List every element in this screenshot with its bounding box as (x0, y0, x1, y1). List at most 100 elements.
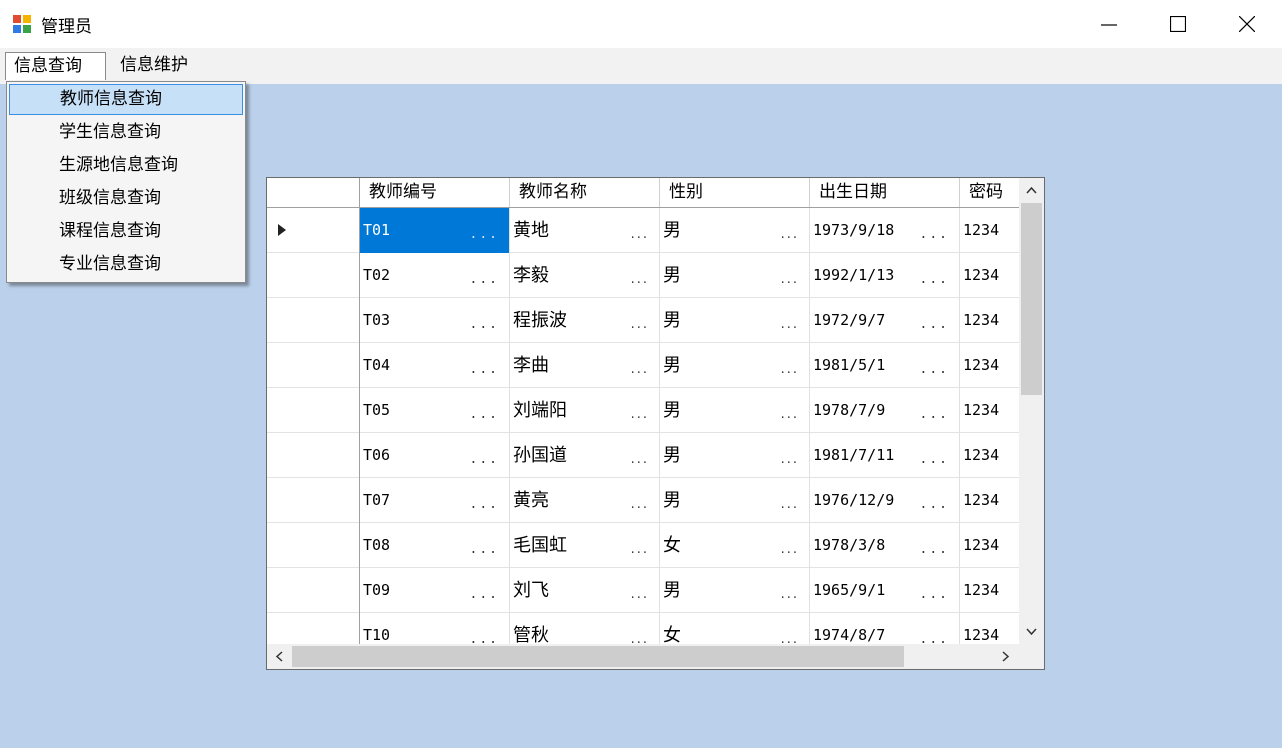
scroll-left-icon[interactable] (275, 651, 283, 662)
table-row[interactable]: T02... 李毅... 男... 1992/1/13... 1234 (267, 253, 1030, 298)
scroll-up-icon[interactable] (1026, 186, 1037, 194)
table-row[interactable]: T09... 刘飞... 男... 1965/9/1... 1234 (267, 568, 1030, 613)
row-header[interactable] (267, 523, 360, 568)
column-header-teacher-id[interactable]: 教师编号 (360, 178, 510, 207)
cell-teacher-name[interactable]: 刘端阳... (510, 388, 660, 433)
table-row[interactable]: T01... 黄地... 男... 1973/9/18... 1234 (267, 208, 1030, 253)
cell-text: 男 (663, 220, 681, 241)
menu-info-maintain[interactable]: 信息维护 (112, 52, 204, 80)
title-bar: 管理员 (0, 0, 1282, 48)
menu-info-query[interactable]: 信息查询 (5, 52, 106, 80)
cell-gender[interactable]: 男... (660, 253, 810, 298)
table-row[interactable]: T06... 孙国道... 男... 1981/7/11... 1234 (267, 433, 1030, 478)
row-header[interactable] (267, 433, 360, 478)
row-header[interactable] (267, 253, 360, 298)
cell-teacher-name[interactable]: 李毅... (510, 253, 660, 298)
dropdown-item-origin-query[interactable]: 生源地信息查询 (9, 150, 243, 181)
cell-birth-date[interactable]: 1992/1/13... (810, 253, 960, 298)
cell-gender[interactable]: 男... (660, 388, 810, 433)
maximize-button[interactable] (1143, 0, 1213, 48)
cell-teacher-id[interactable]: T04... (360, 343, 510, 388)
teacher-data-grid[interactable]: 教师编号 教师名称 性别 出生日期 密码 T01... 黄地... 男... 1973… (266, 177, 1045, 670)
vertical-scroll-thumb[interactable] (1021, 203, 1042, 395)
cell-birth-date[interactable]: 1981/7/11... (810, 433, 960, 478)
cell-teacher-id[interactable]: T06... (360, 433, 510, 478)
scroll-down-icon[interactable] (1026, 628, 1037, 636)
cell-ellipsis: ... (919, 272, 949, 287)
table-row[interactable]: T05... 刘端阳... 男... 1978/7/9... 1234 (267, 388, 1030, 433)
cell-ellipsis: ... (469, 542, 499, 557)
cell-ellipsis: ... (469, 587, 499, 602)
cell-ellipsis: ... (919, 452, 949, 467)
cell-birth-date[interactable]: 1978/3/8... (810, 523, 960, 568)
horizontal-scroll-thumb[interactable] (292, 646, 904, 667)
cell-birth-date[interactable]: 1976/12/9... (810, 478, 960, 523)
column-header-teacher-name[interactable]: 教师名称 (510, 178, 660, 207)
cell-birth-date[interactable]: 1978/7/9... (810, 388, 960, 433)
cell-text: 1973/9/18 (813, 221, 895, 239)
cell-teacher-id[interactable]: T01... (360, 208, 510, 253)
cell-text: 男 (663, 310, 681, 331)
row-header[interactable] (267, 478, 360, 523)
cell-birth-date[interactable]: 1981/5/1... (810, 343, 960, 388)
cell-gender[interactable]: 男... (660, 433, 810, 478)
table-row[interactable]: T04... 李曲... 男... 1981/5/1... 1234 (267, 343, 1030, 388)
cell-teacher-name[interactable]: 刘飞... (510, 568, 660, 613)
window-title: 管理员 (41, 17, 92, 37)
dropdown-item-major-query[interactable]: 专业信息查询 (9, 249, 243, 280)
row-header[interactable] (267, 388, 360, 433)
scroll-right-icon[interactable] (1002, 651, 1010, 662)
dropdown-item-teacher-query[interactable]: 教师信息查询 (9, 84, 243, 115)
cell-teacher-name[interactable]: 黄亮... (510, 478, 660, 523)
cell-teacher-id[interactable]: T02... (360, 253, 510, 298)
cell-gender[interactable]: 男... (660, 568, 810, 613)
cell-text: 1234 (963, 446, 1000, 464)
cell-ellipsis: ... (919, 497, 949, 512)
table-row[interactable]: T08... 毛国虹... 女... 1978/3/8... 1234 (267, 523, 1030, 568)
row-header[interactable] (267, 298, 360, 343)
cell-ellipsis: ... (469, 227, 499, 242)
cell-ellipsis: ... (469, 407, 499, 422)
table-row[interactable]: T07... 黄亮... 男... 1976/12/9... 1234 (267, 478, 1030, 523)
cell-ellipsis: ... (630, 587, 649, 602)
horizontal-scrollbar[interactable] (267, 644, 1019, 669)
table-row[interactable]: T03... 程振波... 男... 1972/9/7... 1234 (267, 298, 1030, 343)
cell-teacher-id[interactable]: T07... (360, 478, 510, 523)
cell-ellipsis: ... (630, 452, 649, 467)
close-button[interactable] (1212, 0, 1282, 48)
cell-text: 黄亮 (513, 490, 549, 511)
row-header[interactable] (267, 568, 360, 613)
column-header-gender[interactable]: 性别 (660, 178, 810, 207)
cell-gender[interactable]: 女... (660, 523, 810, 568)
row-header[interactable] (267, 208, 360, 253)
cell-text: 1965/9/1 (813, 581, 886, 599)
cell-teacher-id[interactable]: T09... (360, 568, 510, 613)
cell-teacher-id[interactable]: T03... (360, 298, 510, 343)
cell-gender[interactable]: 男... (660, 208, 810, 253)
dropdown-item-student-query[interactable]: 学生信息查询 (9, 117, 243, 148)
cell-ellipsis: ... (630, 362, 649, 377)
column-header-birth-date[interactable]: 出生日期 (810, 178, 960, 207)
cell-teacher-name[interactable]: 程振波... (510, 298, 660, 343)
vertical-scrollbar[interactable] (1019, 178, 1044, 644)
dropdown-item-class-query[interactable]: 班级信息查询 (9, 183, 243, 214)
row-header[interactable] (267, 343, 360, 388)
cell-birth-date[interactable]: 1973/9/18... (810, 208, 960, 253)
cell-teacher-id[interactable]: T08... (360, 523, 510, 568)
cell-gender[interactable]: 男... (660, 478, 810, 523)
cell-gender[interactable]: 男... (660, 298, 810, 343)
grid-header: 教师编号 教师名称 性别 出生日期 密码 (267, 178, 1030, 208)
dropdown-item-course-query[interactable]: 课程信息查询 (9, 216, 243, 247)
cell-teacher-name[interactable]: 毛国虹... (510, 523, 660, 568)
close-icon (1239, 16, 1255, 32)
minimize-button[interactable] (1074, 0, 1144, 48)
cell-birth-date[interactable]: 1965/9/1... (810, 568, 960, 613)
cell-teacher-id[interactable]: T05... (360, 388, 510, 433)
cell-teacher-name[interactable]: 李曲... (510, 343, 660, 388)
cell-teacher-name[interactable]: 黄地... (510, 208, 660, 253)
cell-text: 1972/9/7 (813, 311, 886, 329)
cell-teacher-name[interactable]: 孙国道... (510, 433, 660, 478)
cell-ellipsis: ... (780, 587, 799, 602)
cell-birth-date[interactable]: 1972/9/7... (810, 298, 960, 343)
cell-gender[interactable]: 男... (660, 343, 810, 388)
